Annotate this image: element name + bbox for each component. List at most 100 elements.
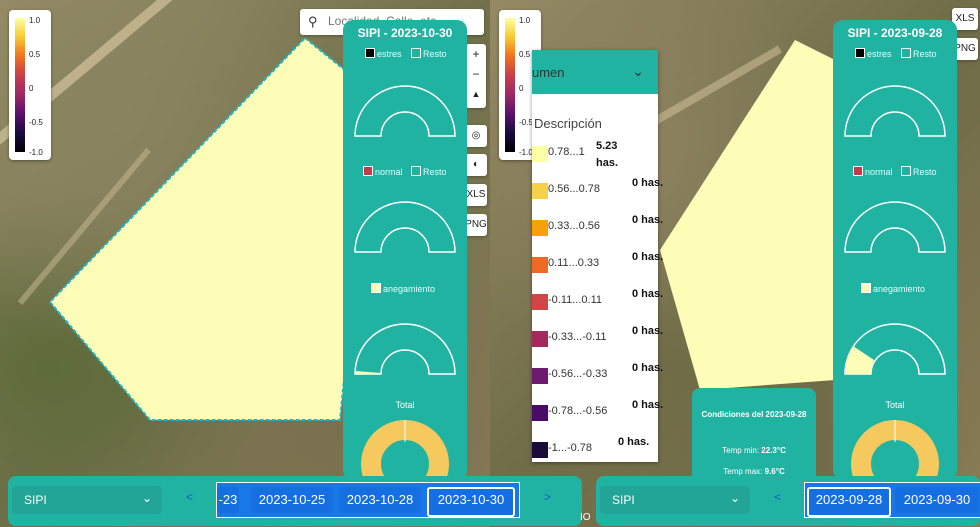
legend-swatch [532, 220, 548, 236]
legend-anegamiento[interactable]: anegamiento [371, 283, 435, 294]
index-select[interactable]: SIPI ⌄ [600, 486, 750, 514]
total-donut [361, 420, 449, 480]
legend-anegamiento[interactable]: anegamiento [861, 283, 925, 294]
zoom-out-icon[interactable]: − [466, 64, 486, 84]
weather-conditions-card: Condiciones del 2023-09-28 Temp min: 22.… [692, 388, 816, 484]
legend-value: 0 has. [632, 362, 664, 374]
contrast-button[interactable]: ◐ [465, 154, 487, 176]
locate-button[interactable]: ◎ [465, 125, 487, 147]
legend-normal[interactable]: normal [853, 166, 893, 177]
chk-label: Resto [423, 49, 447, 59]
legend-value: 0 has. [632, 399, 664, 411]
chk-label: Resto [913, 167, 937, 177]
index-value: SIPI [24, 493, 47, 507]
zoom-in-icon[interactable]: + [466, 44, 486, 64]
next-date-button[interactable]: > [544, 490, 551, 504]
legend-value: 0 has. [632, 251, 664, 263]
color-scale-legend: 1.0 0.5 0 -0.5 -1.0 [9, 10, 51, 160]
date-button[interactable]: 2023-09-30 [895, 487, 979, 513]
xls-button[interactable]: XLS [465, 184, 487, 206]
date-bar-right: SIPI ⌄ < 2023-09-28 2023-09-30 [596, 476, 980, 526]
date-strip: -23 2023-10-25 2023-10-28 2023-10-30 [216, 482, 520, 518]
total-label: Total [885, 400, 905, 410]
chk-label: Resto [913, 49, 937, 59]
color-scale-bar [505, 18, 515, 152]
gauge-anegamiento [354, 323, 456, 375]
legend-resto[interactable]: Resto [901, 48, 937, 59]
panel-title: SIPI - 2023-09-28 [847, 26, 943, 40]
scale-tick: -1.0 [29, 148, 43, 157]
legend-swatch [532, 294, 548, 310]
prev-date-button[interactable]: < [186, 490, 193, 504]
legend-range: 0.56...0.78 [548, 183, 600, 195]
scale-tick: 1.0 [519, 16, 531, 25]
legend-dropdown[interactable]: umen ⌄ Descripción 0.78...1 5.23 has. 0.56… [532, 50, 663, 462]
png-label: PNG [954, 43, 976, 54]
scale-tick: -1.0 [519, 148, 533, 157]
legend-row: 0.78...1 5.23 has. [532, 138, 658, 174]
png-button[interactable]: PNG [465, 214, 487, 236]
total-label: Total [395, 400, 415, 410]
gauge-anegamiento [844, 323, 946, 375]
conditions-title: Condiciones del 2023-09-28 [701, 410, 807, 419]
legend-normal[interactable]: normal [363, 166, 403, 177]
dropdown-header[interactable]: umen ⌄ [532, 50, 658, 94]
temp-max-value: 9.6°C [764, 467, 785, 476]
legend-swatch [532, 183, 548, 199]
png-label: PNG [465, 219, 487, 230]
legend-swatch [532, 257, 548, 273]
legend-resto[interactable]: Resto [901, 166, 937, 177]
index-select[interactable]: SIPI ⌄ [12, 486, 162, 514]
legend-value: 0 has. [632, 325, 664, 337]
date-bar-left: SIPI ⌄ < -23 2023-10-25 2023-10-28 2023-… [8, 476, 582, 526]
stats-panel-left: SIPI - 2023-10-30 estres Resto normal Re… [343, 20, 467, 480]
legend-range: -0.33...-0.11 [548, 331, 607, 343]
date-button[interactable]: 2023-10-25 [251, 487, 333, 513]
chk-label: estres [867, 49, 892, 59]
date-button[interactable]: 2023-10-28 [339, 487, 421, 513]
temp-min-value: 22.3°C [761, 446, 786, 455]
legend-swatch [532, 368, 548, 384]
legend-range: 0.33...0.56 [548, 220, 600, 232]
chk-label: normal [375, 167, 403, 177]
compass-icon[interactable]: ▲ [466, 84, 486, 104]
chk-label: anegamiento [873, 284, 926, 294]
legend-row: -0.78...-0.56 0 has. [532, 397, 663, 433]
scale-tick: 0 [519, 84, 524, 93]
prev-date-button[interactable]: < [774, 490, 781, 504]
temp-min: Temp min: 22.3°C [692, 446, 816, 455]
legend-range: 0.11...0.33 [548, 257, 600, 269]
chevron-down-icon: ⌄ [729, 491, 740, 505]
legend-value: 0 has. [618, 436, 650, 448]
date-button-selected[interactable]: 2023-09-28 [807, 487, 891, 517]
date-button[interactable]: -23 [217, 487, 239, 513]
temp-min-label: Temp min: [722, 446, 760, 455]
description-header: Descripción [534, 116, 602, 131]
legend-value: 0 has. [632, 288, 664, 300]
chevron-down-icon: ⌄ [141, 491, 152, 505]
legend-row: 0.33...0.56 0 has. [532, 212, 663, 248]
legend-range: -0.11...0.11 [548, 294, 603, 306]
chk-label: normal [865, 167, 893, 177]
legend-estres[interactable]: estres [365, 48, 402, 59]
gauge-estres [354, 85, 456, 137]
legend-value: 5.23 has. [596, 140, 619, 169]
xls-label: XLS [955, 13, 975, 24]
scale-tick: 0 [29, 84, 34, 93]
legend-resto[interactable]: Resto [411, 166, 447, 177]
date-button-selected[interactable]: 2023-10-30 [427, 487, 515, 517]
gauge-normal [844, 201, 946, 253]
chevron-down-icon[interactable]: ⌄ [632, 63, 644, 80]
temp-max-label: Temp max: [723, 467, 763, 476]
legend-row: -1...-0.78 0 has. [532, 434, 658, 470]
legend-estres[interactable]: estres [855, 48, 892, 59]
search-icon: ⚲ [308, 14, 318, 29]
legend-range: -0.78...-0.56 [548, 405, 608, 417]
zoom-controls[interactable]: + − ▲ [466, 44, 486, 108]
legend-range: -0.56...-0.33 [548, 368, 608, 380]
chk-label: estres [377, 49, 402, 59]
legend-swatch [532, 442, 548, 458]
legend-value: 0 has. [632, 177, 664, 189]
legend-resto[interactable]: Resto [411, 48, 447, 59]
legend-value: 0 has. [632, 214, 664, 226]
